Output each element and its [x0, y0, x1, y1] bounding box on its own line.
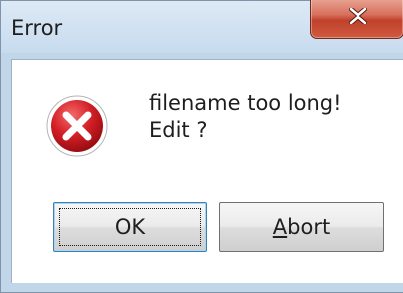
error-dialog: Error filename too long! Edit ? OK Abort — [0, 0, 403, 293]
close-button[interactable] — [310, 0, 403, 39]
message-line-1: filename too long! — [149, 91, 342, 115]
error-message: filename too long! Edit ? — [149, 90, 342, 144]
error-icon — [46, 95, 108, 157]
abort-button[interactable]: Abort — [219, 202, 384, 252]
dialog-body: filename too long! Edit ? OK Abort — [11, 59, 403, 283]
ok-button[interactable]: OK — [53, 202, 207, 252]
ok-button-label: OK — [59, 208, 201, 246]
abort-button-label: Abort — [272, 215, 331, 239]
close-icon — [349, 8, 367, 24]
window-title: Error — [11, 16, 63, 40]
message-line-2: Edit ? — [149, 118, 208, 142]
title-bar[interactable]: Error — [1, 0, 403, 53]
